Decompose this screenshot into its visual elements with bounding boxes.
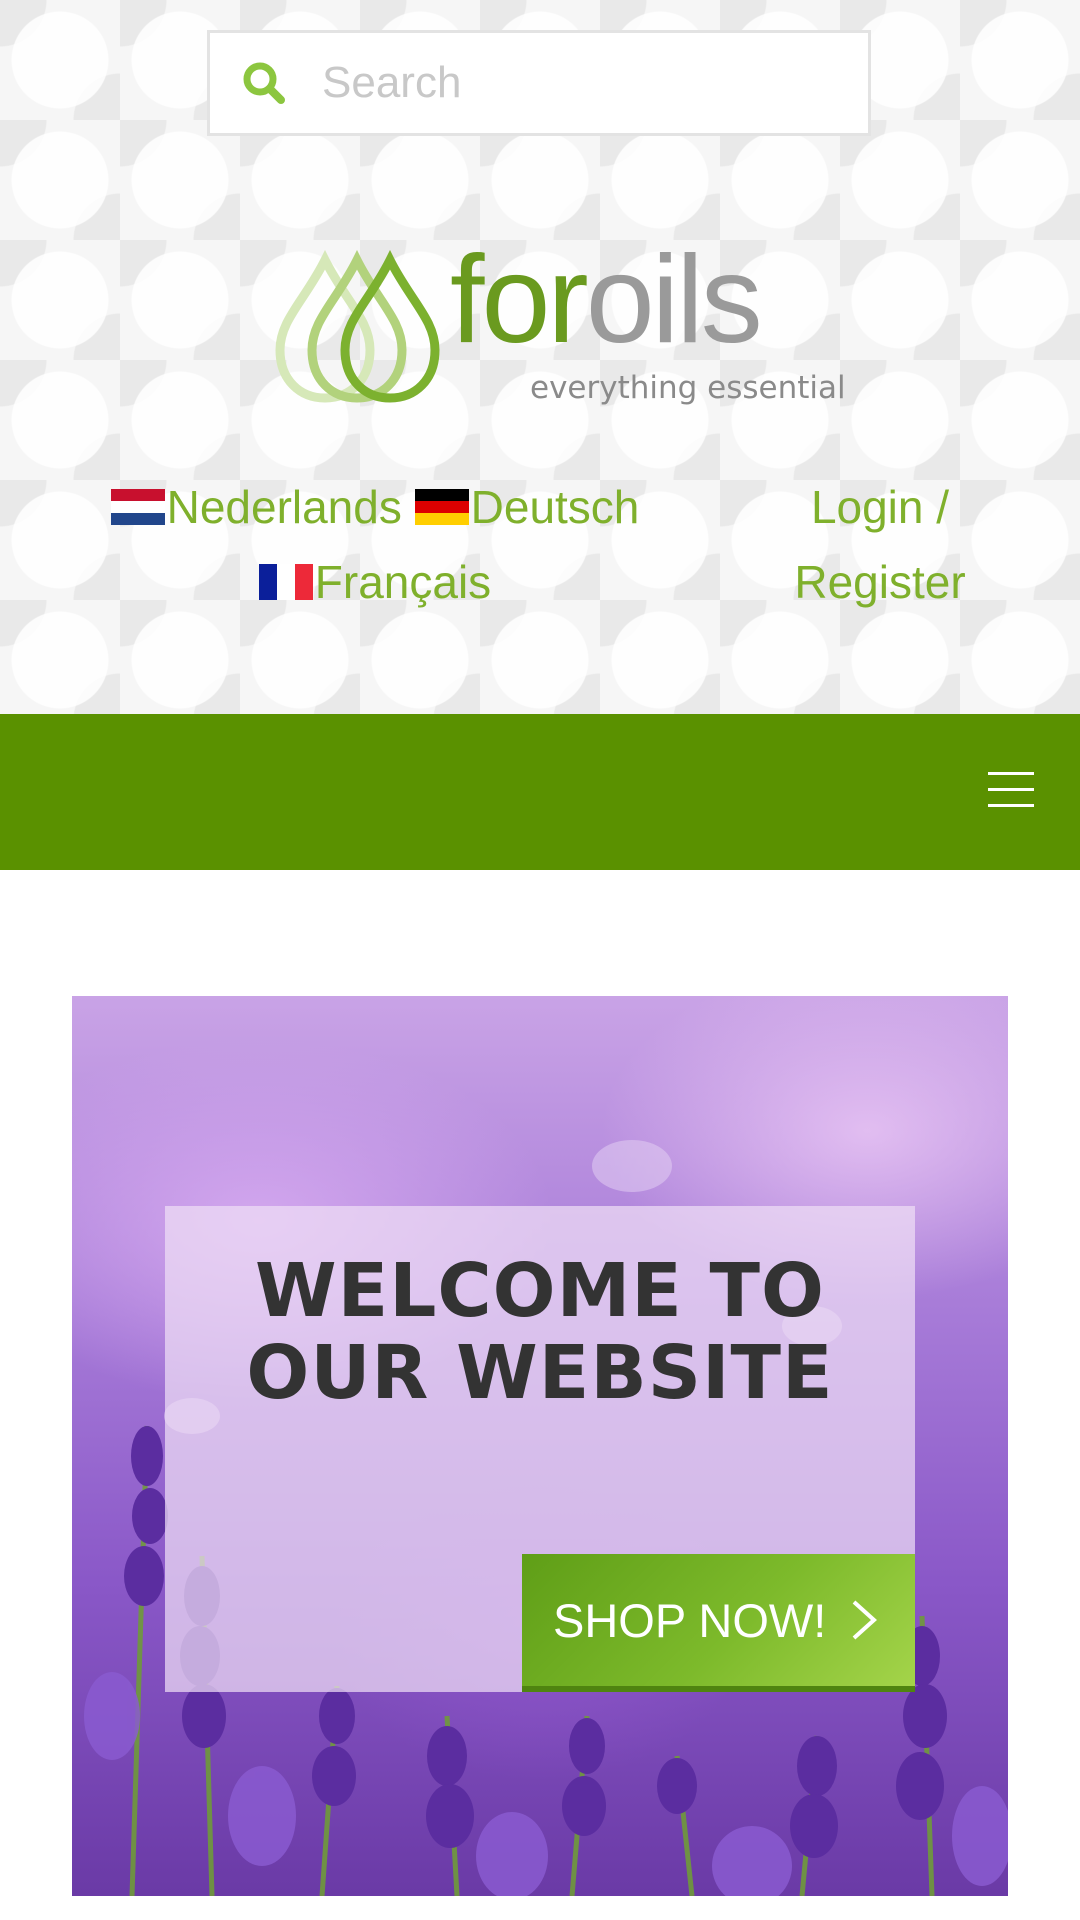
logo-tagline: everything essential bbox=[530, 370, 846, 406]
search-input[interactable] bbox=[320, 57, 844, 109]
flag-netherlands-icon bbox=[110, 489, 165, 525]
search-icon bbox=[243, 62, 285, 104]
language-switcher: Nederlands Deutsch Français bbox=[0, 470, 750, 620]
flag-france-icon bbox=[258, 564, 313, 600]
search-bar[interactable] bbox=[207, 30, 871, 136]
flag-germany-icon bbox=[414, 489, 469, 525]
hamburger-menu-icon[interactable] bbox=[988, 772, 1034, 808]
logo-wordmark: foroils bbox=[450, 231, 763, 369]
language-link-francais[interactable]: Français bbox=[258, 556, 491, 608]
shop-now-button[interactable]: SHOP NOW! bbox=[522, 1554, 915, 1692]
login-register-link[interactable]: Login / Register bbox=[760, 470, 1000, 620]
main-navigation-bar bbox=[0, 714, 1080, 870]
site-logo[interactable]: foroils everything essential bbox=[275, 238, 846, 410]
login-label[interactable]: Login / bbox=[811, 481, 949, 533]
hero-title: WELCOME TO OUR WEBSITE bbox=[246, 1248, 834, 1416]
language-link-deutsch[interactable]: Deutsch bbox=[414, 481, 639, 533]
chevron-right-icon bbox=[852, 1600, 878, 1640]
language-link-nederlands[interactable]: Nederlands bbox=[110, 481, 402, 533]
register-label[interactable]: Register bbox=[794, 556, 965, 608]
oil-drops-logo-icon bbox=[275, 250, 440, 403]
shop-now-label: SHOP NOW! bbox=[553, 1593, 827, 1647]
